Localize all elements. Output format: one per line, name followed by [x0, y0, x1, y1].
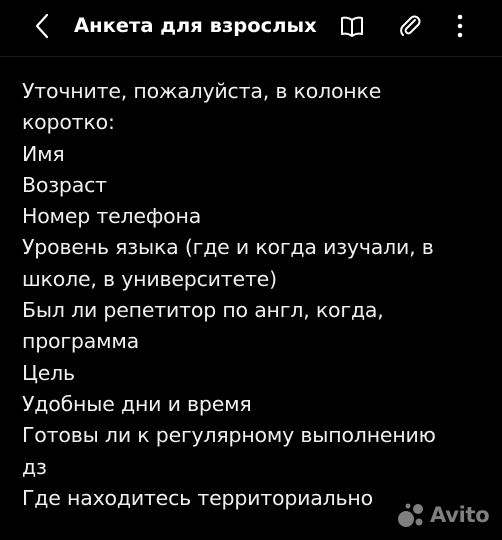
chevron-left-icon	[35, 13, 49, 39]
attach-button[interactable]	[396, 12, 424, 40]
note-line: коротко:	[22, 110, 115, 135]
note-line: школе, в университете)	[22, 266, 277, 291]
more-options-button[interactable]	[446, 12, 474, 40]
avito-watermark: Avito	[396, 498, 490, 532]
note-line: Номер телефона	[22, 204, 202, 229]
note-line: дз	[22, 454, 47, 479]
note-line: Уровень языка (где и когда изучали, в	[22, 235, 434, 260]
avito-watermark-text: Avito	[430, 503, 490, 527]
header-divider	[0, 56, 502, 57]
note-line: Готовы ли к регулярному выполнению	[22, 423, 436, 448]
note-line: программа	[22, 329, 139, 354]
back-button[interactable]	[30, 12, 54, 40]
note-body[interactable]: Уточните, пожалуйста, в колонке коротко:…	[22, 76, 492, 514]
note-line: Имя	[22, 141, 65, 166]
note-line: Удобные дни и время	[22, 391, 252, 416]
note-line: Был ли репетитор по англ, когда,	[22, 298, 384, 323]
avito-logo-icon	[396, 500, 426, 530]
note-line: Возраст	[22, 172, 107, 197]
more-vertical-icon	[457, 14, 463, 38]
top-bar: Анкета для взрослых	[0, 0, 502, 52]
paperclip-icon	[400, 15, 421, 36]
reading-mode-button[interactable]	[338, 12, 366, 40]
book-icon	[341, 16, 363, 37]
page-title: Анкета для взрослых	[74, 14, 317, 37]
note-line: Цель	[22, 360, 75, 385]
note-line: Уточните, пожалуйста, в колонке	[22, 79, 382, 103]
